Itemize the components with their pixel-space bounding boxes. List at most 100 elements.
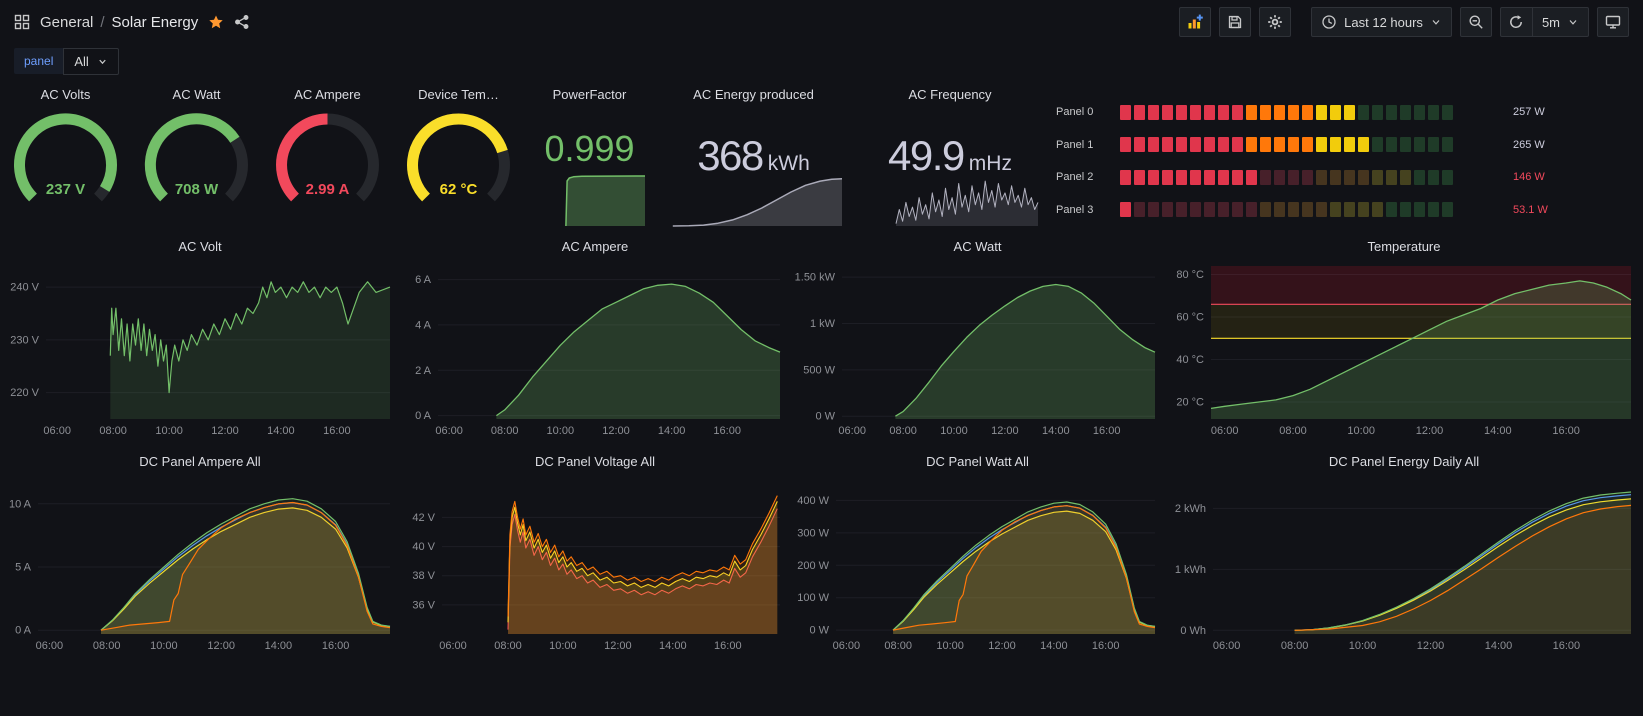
- bargauge-cells: [1120, 137, 1453, 152]
- bargauge-cell: [1232, 105, 1243, 120]
- panel-title[interactable]: PowerFactor: [524, 84, 655, 106]
- bargauge-cell: [1428, 170, 1439, 185]
- bargauge-cell: [1120, 137, 1131, 152]
- svg-text:14:00: 14:00: [1484, 425, 1512, 437]
- bargauge-cell: [1246, 105, 1257, 120]
- bargauge-cell: [1288, 202, 1299, 217]
- bargauge-cell: [1260, 202, 1271, 217]
- panel-title[interactable]: DC Panel Watt All: [790, 451, 1165, 473]
- bargauge-row-panel-3: Panel 3 53.1 W: [1056, 194, 1635, 227]
- bargauge-cell: [1148, 202, 1159, 217]
- kiosk-mode-button[interactable]: [1597, 7, 1629, 37]
- bargauge-cell: [1288, 170, 1299, 185]
- favorite-star-icon[interactable]: [208, 14, 224, 30]
- bargauge-cell: [1260, 137, 1271, 152]
- stat-number: 49.9: [888, 132, 964, 179]
- svg-text:40 °C: 40 °C: [1176, 354, 1204, 366]
- panel-temperature-chart: Temperature 20 °C40 °C60 °C80 °C06:0008:…: [1165, 230, 1643, 445]
- refresh-interval-dropdown[interactable]: 5m: [1532, 7, 1589, 37]
- zoom-out-button[interactable]: [1460, 7, 1492, 37]
- bargauge-cell: [1274, 137, 1285, 152]
- svg-text:06:00: 06:00: [36, 640, 64, 652]
- dc-panel-ampere-chart[interactable]: 0 A5 A10 A06:0008:0010:0012:0014:0016:00: [0, 473, 400, 654]
- bargauge-cell: [1316, 202, 1327, 217]
- svg-text:14:00: 14:00: [659, 640, 687, 652]
- bargauge-cell: [1344, 170, 1355, 185]
- dashboard-settings-button[interactable]: [1259, 7, 1291, 37]
- share-icon[interactable]: [234, 14, 250, 30]
- svg-text:300 W: 300 W: [797, 527, 829, 539]
- bargauge-cell: [1232, 137, 1243, 152]
- dashboards-grid-icon[interactable]: [14, 14, 30, 30]
- panel-title[interactable]: AC Ampere: [262, 84, 393, 106]
- svg-text:0 A: 0 A: [415, 410, 432, 422]
- bargauge-row-panel-1: Panel 1 265 W: [1056, 129, 1635, 162]
- panel-title[interactable]: Temperature: [1165, 236, 1643, 258]
- bargauge-cell: [1400, 137, 1411, 152]
- bargauge-cell: [1414, 105, 1425, 120]
- bargauge-cell: [1372, 105, 1383, 120]
- panel-title[interactable]: AC Watt: [790, 236, 1165, 258]
- panel-title[interactable]: AC Volts: [0, 84, 131, 106]
- bargauge-cell: [1190, 105, 1201, 120]
- ac-volt-chart[interactable]: 220 V230 V240 V06:0008:0010:0012:0014:00…: [0, 258, 400, 439]
- panel-ac-watt-gauge: AC Watt 708 W: [131, 78, 262, 230]
- svg-text:10:00: 10:00: [547, 425, 575, 437]
- breadcrumb-section[interactable]: General: [40, 14, 93, 31]
- variable-selected-value: All: [74, 54, 88, 69]
- bargauge-cell: [1414, 170, 1425, 185]
- svg-text:100 W: 100 W: [797, 592, 829, 604]
- svg-text:12:00: 12:00: [604, 640, 632, 652]
- svg-text:14:00: 14:00: [267, 425, 295, 437]
- variable-value-dropdown[interactable]: All: [63, 48, 118, 75]
- temperature-chart[interactable]: 20 °C40 °C60 °C80 °C06:0008:0010:0012:00…: [1165, 258, 1643, 439]
- panel-title[interactable]: AC Watt: [131, 84, 262, 106]
- breadcrumb-page-title[interactable]: Solar Energy: [112, 14, 199, 31]
- bargauge-row-value: 146 W: [1513, 171, 1545, 183]
- panel-title[interactable]: Device Tem…: [393, 84, 524, 106]
- bargauge-cell: [1288, 105, 1299, 120]
- ac-watt-chart[interactable]: 0 W500 W1 kW1.50 kW06:0008:0010:0012:001…: [790, 258, 1165, 439]
- panel-title[interactable]: DC Panel Energy Daily All: [1165, 451, 1643, 473]
- breadcrumb-separator: /: [100, 14, 104, 31]
- bargauge-cell: [1120, 170, 1131, 185]
- panel-title[interactable]: AC Ampere: [400, 236, 790, 258]
- panel-title[interactable]: DC Panel Voltage All: [400, 451, 790, 473]
- svg-text:06:00: 06:00: [833, 640, 861, 652]
- bargauge-cell: [1176, 105, 1187, 120]
- bargauge-cell: [1400, 202, 1411, 217]
- panel-title[interactable]: AC Frequency: [852, 84, 1048, 106]
- refresh-button[interactable]: [1500, 7, 1532, 37]
- time-range-picker[interactable]: Last 12 hours: [1311, 7, 1452, 37]
- bargauge-cell: [1274, 202, 1285, 217]
- bargauge-cell: [1358, 137, 1369, 152]
- save-dashboard-button[interactable]: [1219, 7, 1251, 37]
- bargauge-cell: [1330, 105, 1341, 120]
- refresh-icon: [1508, 14, 1524, 30]
- svg-text:16:00: 16:00: [714, 640, 742, 652]
- panel-title[interactable]: AC Volt: [0, 236, 400, 258]
- svg-text:20 °C: 20 °C: [1176, 397, 1204, 409]
- bargauge-cell: [1134, 105, 1145, 120]
- svg-text:200 W: 200 W: [797, 560, 829, 572]
- bargauge-cell: [1414, 202, 1425, 217]
- panel-title[interactable]: AC Energy produced: [655, 84, 852, 106]
- svg-text:08:00: 08:00: [99, 425, 127, 437]
- bargauge-cell: [1344, 202, 1355, 217]
- dc-panel-energy-chart[interactable]: 0 Wh1 kWh2 kWh06:0008:0010:0012:0014:001…: [1165, 473, 1643, 654]
- panel-title[interactable]: DC Panel Ampere All: [0, 451, 400, 473]
- ac-ampere-chart[interactable]: 0 A2 A4 A6 A06:0008:0010:0012:0014:0016:…: [400, 258, 790, 439]
- add-panel-button[interactable]: [1179, 7, 1211, 37]
- bargauge-cell: [1344, 137, 1355, 152]
- svg-text:16:00: 16:00: [1552, 425, 1580, 437]
- dc-panel-watt-chart[interactable]: 0 W100 W200 W300 W400 W06:0008:0010:0012…: [790, 473, 1165, 654]
- dc-panel-voltage-chart[interactable]: 36 V38 V40 V42 V06:0008:0010:0012:0014:0…: [400, 473, 790, 654]
- svg-text:08:00: 08:00: [491, 425, 519, 437]
- bargauge-cell: [1148, 137, 1159, 152]
- clock-icon: [1321, 14, 1337, 30]
- dc-panels-bargauge: Panel 0 257 W Panel 1 265 W Panel 2 146 …: [1048, 84, 1643, 230]
- bargauge-cell: [1330, 202, 1341, 217]
- bargauge-cell: [1134, 137, 1145, 152]
- bargauge-cells: [1120, 105, 1453, 120]
- svg-text:14:00: 14:00: [658, 425, 686, 437]
